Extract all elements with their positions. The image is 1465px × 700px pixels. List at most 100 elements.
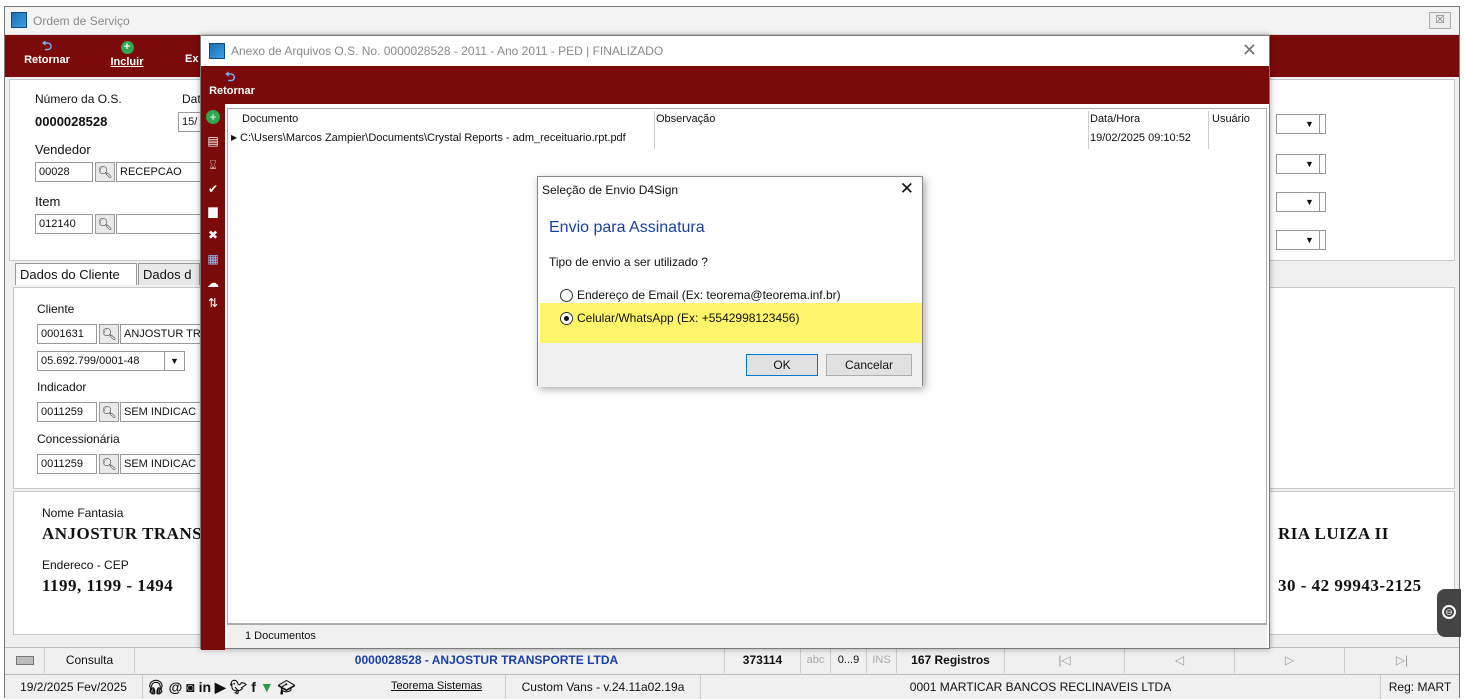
anexo-close-button[interactable]: ✕ bbox=[1242, 40, 1257, 61]
instagram-icon[interactable]: ◙ bbox=[186, 679, 194, 695]
cancel-button[interactable]: Cancelar bbox=[826, 354, 912, 376]
radio-whatsapp[interactable] bbox=[560, 312, 573, 325]
numero-os-label: Número da O.S. bbox=[35, 92, 122, 106]
edit-doc-icon[interactable]: ▤ bbox=[206, 134, 220, 148]
cliente-code-input[interactable]: 0001631 bbox=[37, 324, 97, 344]
filter-icon[interactable]: ▼ bbox=[260, 679, 274, 695]
status-registros: 167 Registros bbox=[897, 648, 1005, 673]
concessionaria-search-button[interactable]: 🔍︎ bbox=[99, 454, 119, 474]
social-icons: 🎧︎ @ ◙ in ▶ 🐦︎ f ▼ 🎓︎ bbox=[147, 679, 377, 697]
concessionaria-label: Concessionária bbox=[37, 432, 120, 446]
nav-last-button[interactable]: ▷| bbox=[1345, 648, 1459, 673]
table-row[interactable]: ▶ C:\Users\Marcos Zampier\Documents\Crys… bbox=[228, 129, 1266, 149]
documents-count: 1 Documentos bbox=[245, 630, 316, 642]
tab-dados-partial[interactable]: Dados d bbox=[138, 263, 200, 285]
data-label: Dat bbox=[182, 92, 201, 106]
item-code-input[interactable]: 012140 bbox=[35, 214, 93, 234]
dialog-button-area: OK Cancelar bbox=[538, 343, 922, 387]
toggle-icon: ⊖ bbox=[1442, 605, 1456, 619]
vendedor-code-input[interactable]: 00028 bbox=[35, 162, 93, 182]
grid-icon[interactable]: ▦ bbox=[206, 252, 220, 266]
chevron-down-icon[interactable]: ▼ bbox=[1300, 230, 1320, 250]
teorema-link[interactable]: Teorema Sistemas bbox=[391, 680, 482, 692]
anexo-retornar-button[interactable]: ⮌ Retornar bbox=[203, 70, 261, 97]
indicador-code-input[interactable]: 0011259 bbox=[37, 402, 97, 422]
retornar-button[interactable]: ⮌ Retornar bbox=[15, 39, 79, 66]
col-documento[interactable]: Documento bbox=[242, 113, 298, 125]
chevron-down-icon[interactable]: ▼ bbox=[1300, 192, 1320, 212]
excluir-button-partial[interactable]: Ex bbox=[185, 53, 199, 65]
nav-next-button[interactable]: ▷ bbox=[1235, 648, 1345, 673]
graduation-cap-icon[interactable]: 🎓︎ bbox=[278, 679, 296, 695]
facebook-icon[interactable]: f bbox=[251, 679, 256, 695]
document-icon[interactable]: ▆ bbox=[206, 204, 220, 218]
dialog-close-button[interactable]: ✕ bbox=[900, 179, 914, 199]
cliente-search-button[interactable]: 🔍︎ bbox=[99, 324, 119, 344]
cliente-label: Cliente bbox=[37, 302, 75, 316]
cloud-download-icon[interactable]: ⇅ bbox=[206, 296, 220, 310]
option-whatsapp[interactable]: Celular/WhatsApp (Ex: +5542998123456) bbox=[558, 310, 918, 326]
col-data-hora[interactable]: Data/Hora bbox=[1090, 113, 1140, 125]
col-observacao[interactable]: Observação bbox=[656, 113, 715, 125]
app-icon bbox=[209, 43, 225, 59]
dialog-body: Envio para Assinatura Tipo de envio a se… bbox=[538, 203, 922, 387]
anexo-side-toolbar: + ▤ ⌛︎ ✔ ▆ ✖ ▦ ☁ ⇅ bbox=[201, 104, 225, 650]
footer-company: 0001 MARTICAR BANCOS RECLINAVEIS LTDA bbox=[701, 675, 1381, 699]
indicador-name-input[interactable]: SEM INDICAC bbox=[120, 402, 206, 422]
main-close-button[interactable]: ☒ bbox=[1429, 12, 1451, 29]
item-search-button[interactable]: 🔍︎ bbox=[95, 214, 115, 234]
headset-icon[interactable]: 🎧︎ bbox=[147, 679, 165, 695]
app-icon bbox=[11, 12, 27, 28]
item-name-input[interactable] bbox=[116, 214, 206, 234]
right-phone-value: 30 - 42 99943-2125 bbox=[1278, 576, 1422, 595]
vendedor-name-input[interactable]: RECEPCAO bbox=[116, 162, 206, 182]
cloud-upload-icon[interactable]: ☁ bbox=[206, 276, 220, 290]
linkedin-icon[interactable]: in bbox=[199, 679, 211, 695]
twitter-icon[interactable]: 🐦︎ bbox=[230, 679, 248, 695]
nav-prev-button[interactable]: ◁ bbox=[1125, 648, 1235, 673]
vendedor-search-button[interactable]: 🔍︎ bbox=[95, 162, 115, 182]
main-window-title: Ordem de Serviço bbox=[33, 14, 130, 28]
chevron-down-icon[interactable]: ▼ bbox=[1300, 114, 1320, 134]
side-panel-handle[interactable]: ⊖ bbox=[1437, 589, 1461, 637]
nome-fantasia-label: Nome Fantasia bbox=[42, 506, 124, 520]
col-usuario[interactable]: Usuário bbox=[1212, 113, 1250, 125]
youtube-icon[interactable]: ▶ bbox=[215, 679, 226, 695]
search-icon: 🔍︎ bbox=[97, 217, 113, 231]
footer-reg: Reg: MART bbox=[1388, 680, 1452, 694]
numero-os-value: 0000028528 bbox=[35, 114, 108, 129]
search-icon: 🔍︎ bbox=[101, 457, 117, 471]
concessionaria-name-input[interactable]: SEM INDICAC bbox=[120, 454, 206, 474]
concessionaria-code-input[interactable]: 0011259 bbox=[37, 454, 97, 474]
undo-icon: ⮌ bbox=[225, 69, 236, 84]
add-icon[interactable]: + bbox=[206, 110, 220, 124]
nav-first-button[interactable]: |◁ bbox=[1005, 648, 1125, 673]
option-email[interactable]: Endereço de Email (Ex: teorema@teorema.i… bbox=[558, 287, 918, 303]
option-whatsapp-label: Celular/WhatsApp (Ex: +5542998123456) bbox=[577, 311, 800, 325]
incluir-button[interactable]: + Incluir bbox=[103, 39, 151, 68]
ok-button[interactable]: OK bbox=[746, 354, 818, 376]
anexo-window-title: Anexo de Arquivos O.S. No. 0000028528 - … bbox=[231, 44, 664, 58]
status-digits: 0...9 bbox=[831, 648, 867, 673]
at-icon[interactable]: @ bbox=[169, 679, 183, 695]
chevron-down-icon[interactable]: ▼ bbox=[1300, 154, 1320, 174]
indicador-search-button[interactable]: 🔍︎ bbox=[99, 402, 119, 422]
nome-fantasia-value: ANJOSTUR TRANSP bbox=[42, 524, 214, 543]
right-name-value: RIA LUIZA II bbox=[1278, 524, 1389, 543]
main-titlebar: Ordem de Serviço ☒ bbox=[5, 7, 1459, 35]
delete-icon[interactable]: ✖ bbox=[206, 228, 220, 242]
cliente-name-input[interactable]: ANJOSTUR TRA bbox=[120, 324, 206, 344]
item-label: Item bbox=[35, 194, 61, 209]
radio-email[interactable] bbox=[560, 289, 573, 302]
status-ins: INS bbox=[867, 648, 897, 673]
chevron-down-icon[interactable]: ▼ bbox=[165, 351, 185, 371]
search-icon: 🔍︎ bbox=[97, 165, 113, 179]
status-bar: Consulta 0000028528 - ANJOSTUR TRANSPORT… bbox=[5, 647, 1459, 673]
search-icon: 🔍︎ bbox=[101, 327, 117, 341]
dialog-title: Seleção de Envio D4Sign bbox=[542, 183, 679, 197]
tab-dados-cliente[interactable]: Dados do Cliente bbox=[15, 263, 137, 285]
check-icon[interactable]: ✔ bbox=[206, 182, 220, 196]
cell-documento: C:\Users\Marcos Zampier\Documents\Crysta… bbox=[240, 132, 626, 144]
hourglass-icon[interactable]: ⌛︎ bbox=[206, 158, 220, 172]
cnpj-select[interactable]: 05.692.799/0001-48 bbox=[37, 351, 165, 371]
